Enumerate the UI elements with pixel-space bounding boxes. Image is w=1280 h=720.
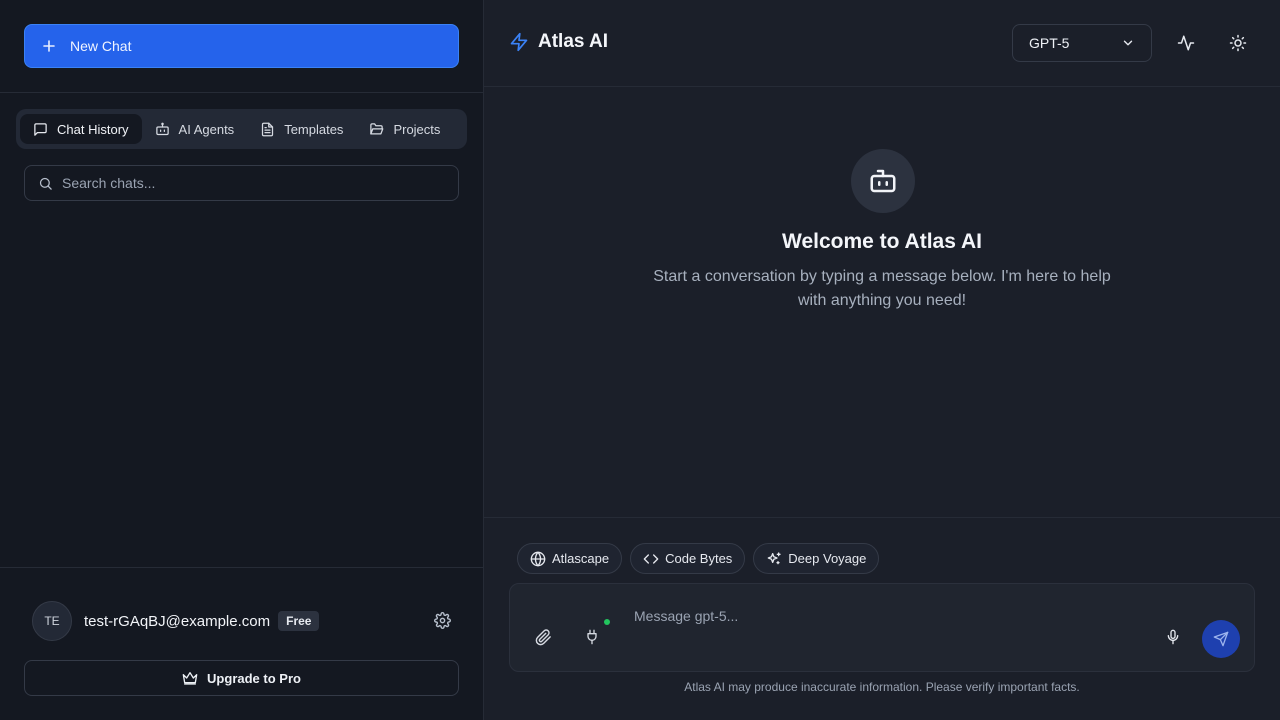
chip-label: Atlascape — [552, 551, 610, 566]
search-box — [24, 165, 459, 201]
send-button[interactable] — [1202, 620, 1240, 658]
brand: Atlas AI — [509, 31, 608, 53]
tab-projects[interactable]: Projects — [356, 114, 453, 144]
app-root: New Chat Chat History AI Agents Template… — [0, 0, 1280, 720]
search-input[interactable] — [62, 175, 422, 191]
bot-avatar — [851, 149, 915, 213]
new-chat-label: New Chat — [70, 38, 132, 54]
quick-chips: Atlascape Code Bytes Deep Voyage — [517, 543, 880, 574]
tab-templates[interactable]: Templates — [247, 114, 356, 144]
composer-area: Atlascape Code Bytes Deep Voyage Message… — [484, 517, 1280, 720]
upgrade-label: Upgrade to Pro — [207, 670, 301, 686]
tab-label: Templates — [284, 121, 344, 137]
plug-icon[interactable] — [584, 629, 602, 647]
globe-icon — [530, 551, 546, 567]
chip-code-bytes[interactable]: Code Bytes — [630, 543, 746, 574]
microphone-icon[interactable] — [1165, 629, 1183, 647]
header: Atlas AI GPT-5 — [484, 0, 1280, 87]
activity-icon[interactable] — [1177, 34, 1195, 52]
folder-icon — [369, 122, 384, 137]
message-input[interactable] — [634, 608, 1134, 624]
crown-icon — [182, 670, 198, 686]
sun-icon[interactable] — [1229, 34, 1247, 52]
message-composer — [509, 583, 1255, 672]
message-square-icon — [33, 122, 48, 137]
chip-label: Deep Voyage — [788, 551, 867, 566]
avatar[interactable]: TE — [32, 601, 72, 641]
sidebar-tabs: Chat History AI Agents Templates Project… — [16, 109, 467, 149]
tab-ai-agents[interactable]: AI Agents — [142, 114, 248, 144]
disclaimer-text: Atlas AI may produce inaccurate informat… — [684, 680, 1080, 694]
plus-icon — [41, 38, 57, 54]
chip-label: Code Bytes — [665, 551, 733, 566]
bot-icon — [868, 166, 898, 196]
app-title: Atlas AI — [538, 31, 609, 52]
welcome-subtitle: Start a conversation by typing a message… — [653, 268, 1111, 309]
tab-label: Projects — [393, 121, 441, 137]
new-chat-section: New Chat — [0, 0, 483, 93]
main-panel: Atlas AI GPT-5 Welcome to Atlas AI Start… — [484, 0, 1280, 720]
sidebar-footer: TE test-rGAqBJ@example.com Free Upgrade … — [0, 567, 483, 720]
paperclip-icon[interactable] — [535, 629, 553, 647]
send-icon — [1213, 631, 1229, 647]
upgrade-to-pro-button[interactable]: Upgrade to Pro — [24, 660, 459, 696]
plan-badge: Free — [278, 611, 320, 631]
user-email: test-rGAqBJ@example.com — [84, 612, 271, 630]
user-profile: TE test-rGAqBJ@example.com Free — [32, 601, 320, 641]
search-icon — [38, 176, 53, 191]
model-selector[interactable]: GPT-5 — [1012, 24, 1152, 62]
tab-chat-history[interactable]: Chat History — [20, 114, 142, 144]
welcome-title: Welcome to Atlas AI — [782, 230, 982, 253]
zap-icon — [509, 32, 529, 52]
model-selected-value: GPT-5 — [1029, 35, 1070, 51]
connection-status-dot — [604, 619, 610, 625]
chevron-down-icon — [1121, 36, 1135, 50]
tab-label: Chat History — [57, 121, 129, 137]
chip-atlascape[interactable]: Atlascape — [517, 543, 623, 574]
welcome-section: Welcome to Atlas AI Start a conversation… — [484, 87, 1280, 517]
sidebar: New Chat Chat History AI Agents Template… — [0, 0, 484, 720]
settings-gear-icon[interactable] — [434, 612, 451, 629]
code-icon — [643, 551, 659, 567]
sparkles-icon — [766, 551, 782, 567]
tab-label: AI Agents — [178, 121, 235, 137]
chip-deep-voyage[interactable]: Deep Voyage — [753, 543, 880, 574]
bot-icon — [155, 122, 170, 137]
new-chat-button[interactable]: New Chat — [24, 24, 459, 68]
file-text-icon — [260, 122, 275, 137]
